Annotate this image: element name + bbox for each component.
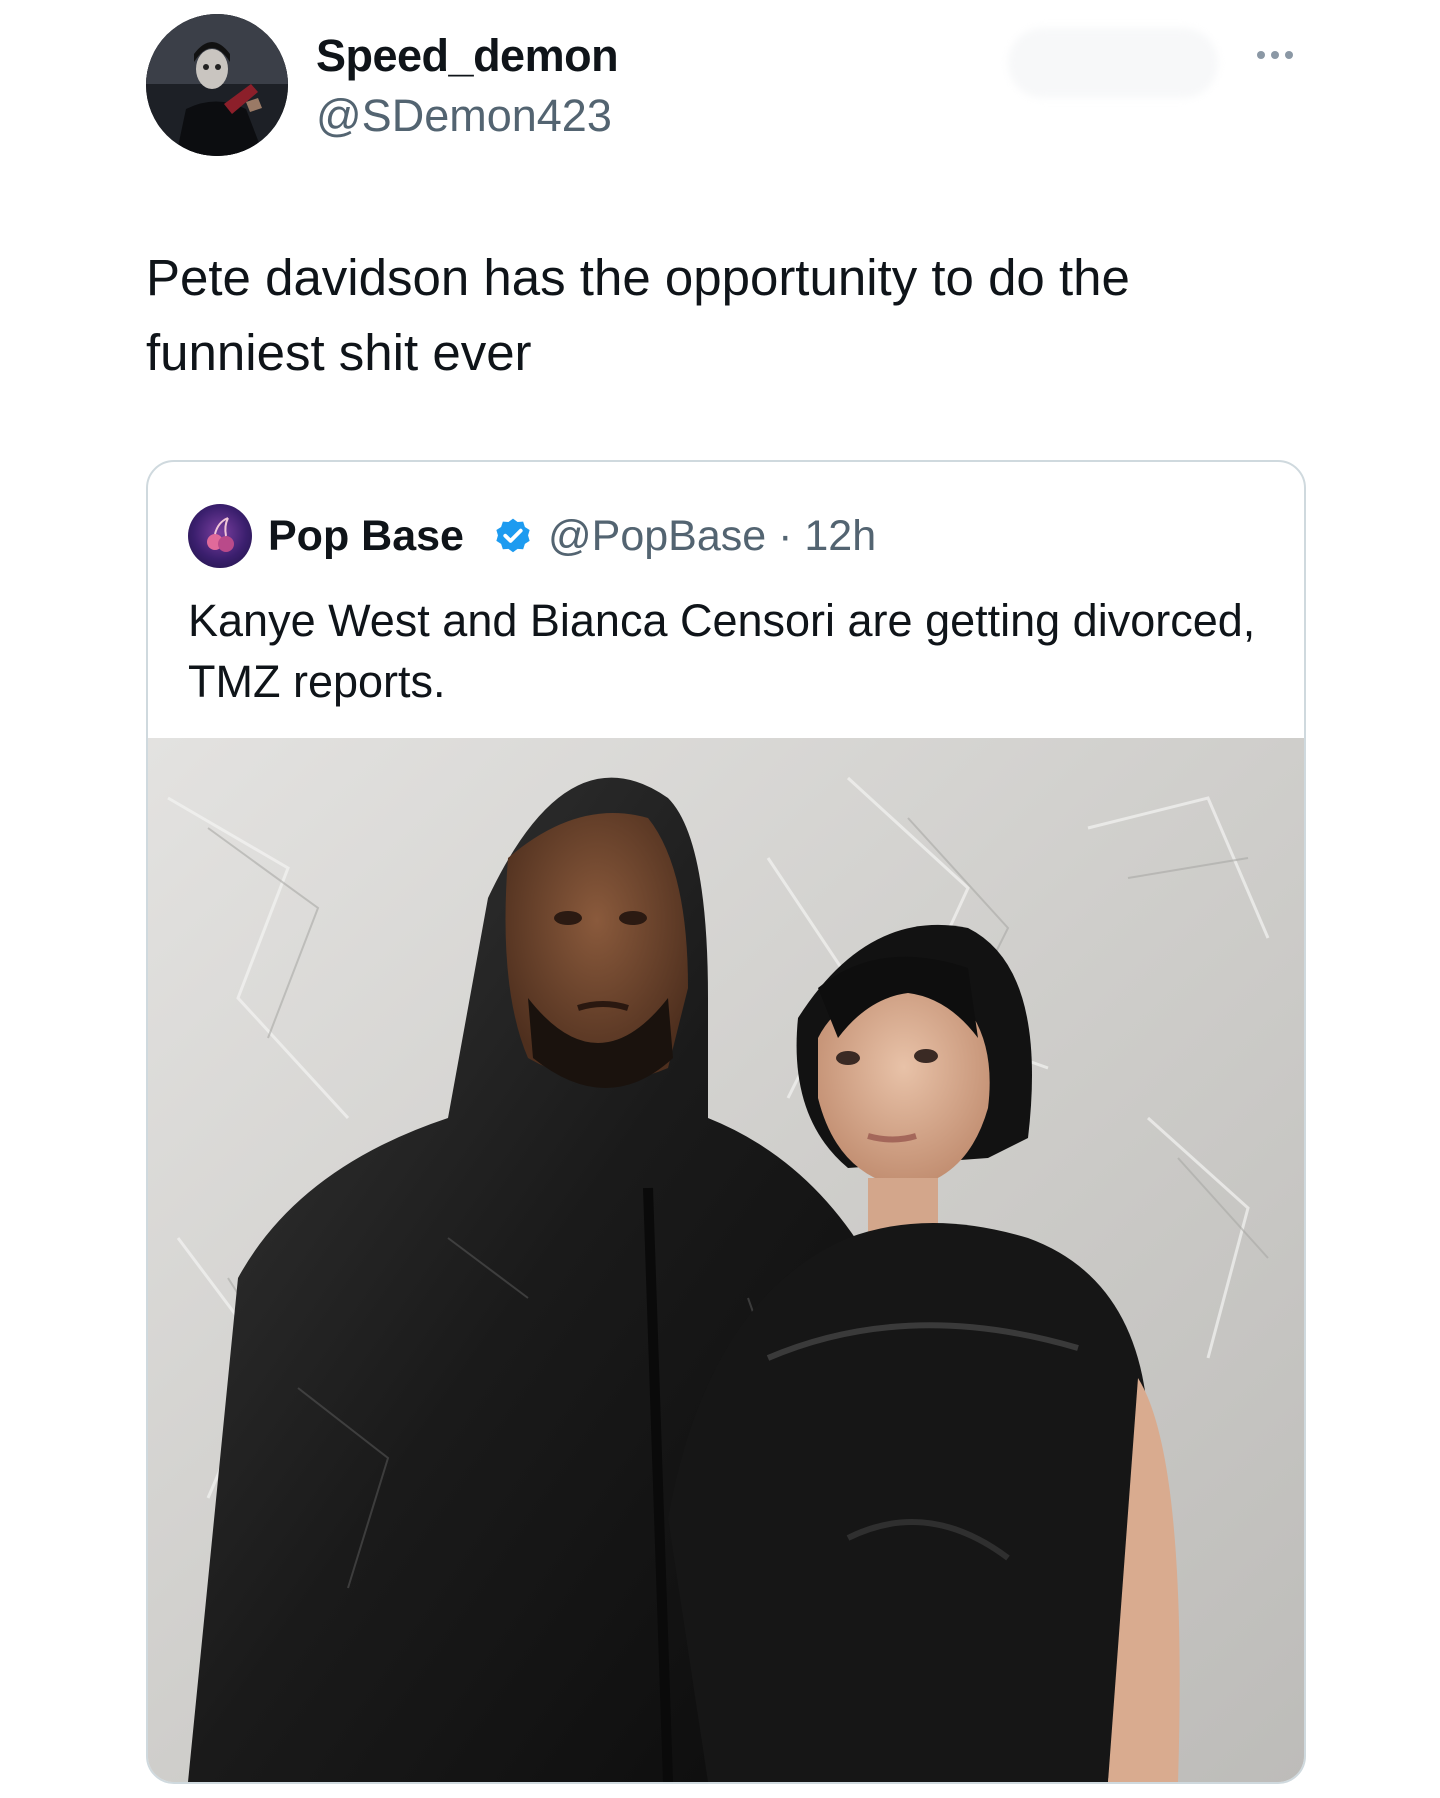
tweet: Speed_demon @SDemon423 Pete davidson has… [0, 0, 1440, 1798]
tweet-text: Pete davidson has the opportunity to do … [146, 249, 1130, 381]
quoted-user-avatar[interactable] [188, 504, 252, 568]
display-name[interactable]: Speed_demon [316, 30, 619, 82]
user-avatar[interactable] [146, 14, 288, 156]
quoted-tweet-photo[interactable] [148, 738, 1304, 1782]
user-handle[interactable]: @SDemon423 [316, 90, 612, 142]
verified-badge-icon [496, 518, 530, 553]
follow-button[interactable] [1008, 28, 1218, 98]
quoted-handle-time[interactable]: @PopBase · 12h [548, 512, 876, 561]
quoted-display-name[interactable]: Pop Base [268, 512, 464, 561]
quoted-tweet-card[interactable]: Pop Base @PopBase · 12h Kanye West and B… [146, 460, 1306, 1784]
more-horizontal-icon[interactable] [1250, 40, 1300, 70]
quoted-tweet-text: Kanye West and Bianca Censori are gettin… [188, 595, 1256, 707]
